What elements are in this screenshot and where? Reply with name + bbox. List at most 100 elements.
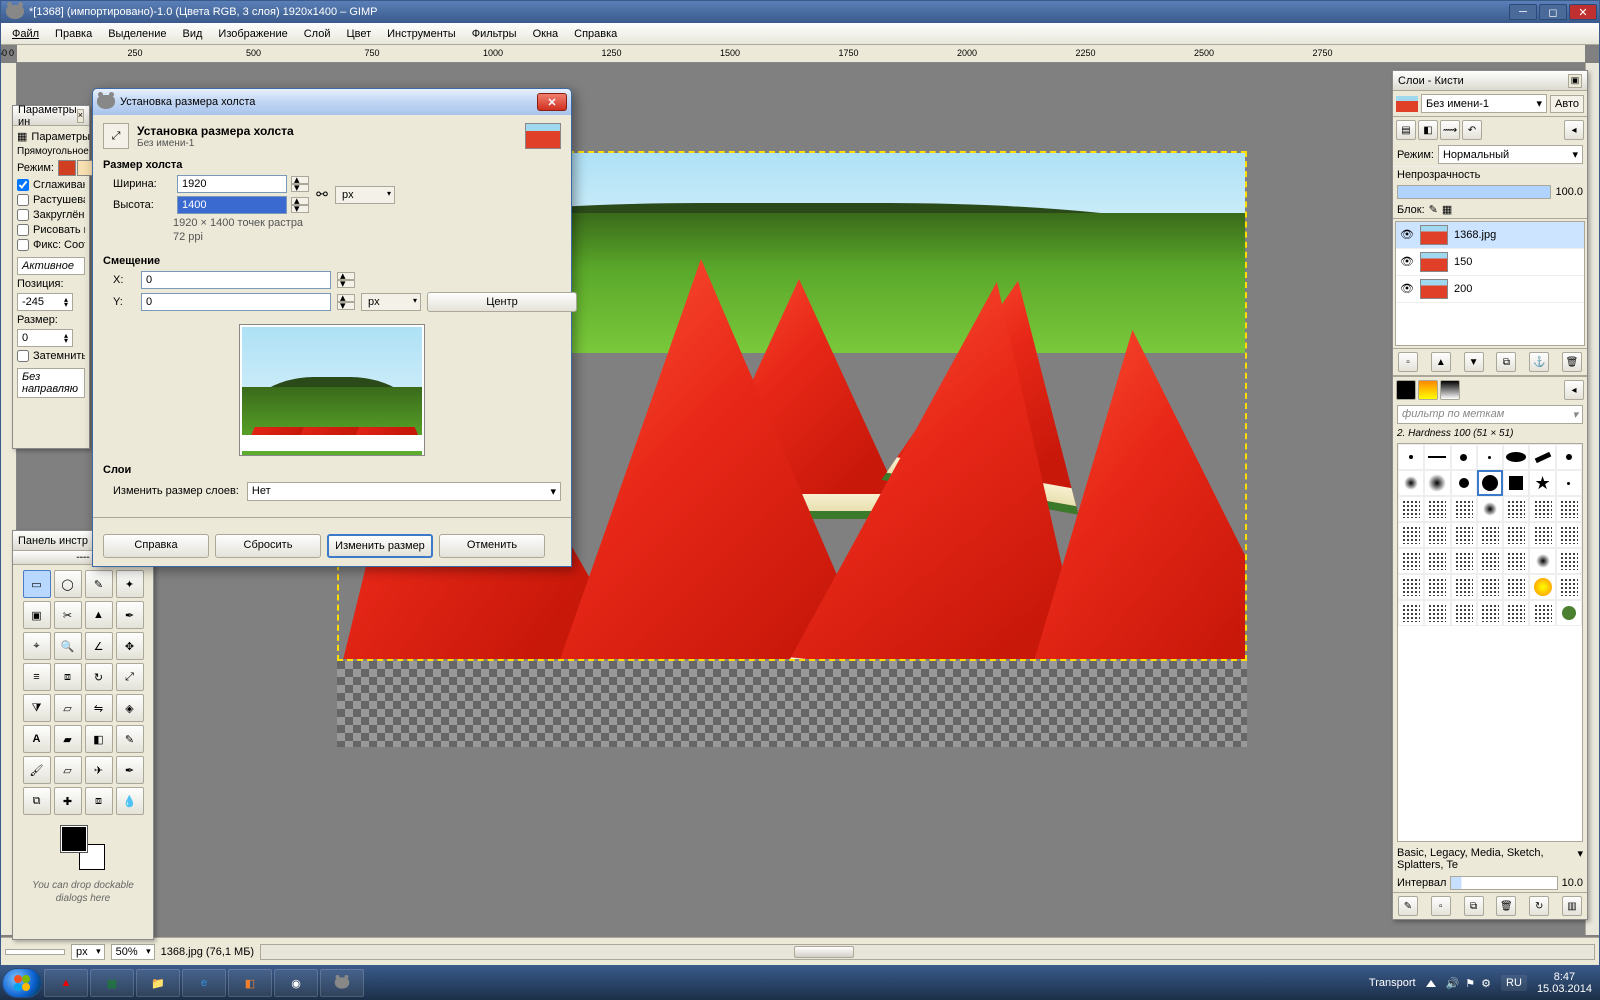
layers-brushes-dock[interactable]: Слои - Кисти▣ Без имени-1▾ Авто ▤ ◧ ⟿ ↶ … (1392, 70, 1588, 920)
layers-list[interactable]: 👁1368.jpg 👁150 👁200 (1395, 221, 1585, 346)
opacity-slider[interactable] (1397, 185, 1551, 199)
cancel-button[interactable]: Отменить (439, 534, 545, 558)
menu-colors[interactable]: Цвет (339, 26, 378, 42)
height-spinner[interactable]: ▴▾ (291, 197, 309, 213)
brush-item[interactable] (1556, 574, 1582, 600)
resize-layers-select[interactable]: Нет▾ (247, 482, 561, 501)
lock-alpha-icon[interactable]: ▦ (1442, 203, 1452, 216)
taskbar-ie[interactable]: e (182, 969, 226, 997)
edit-brush-button[interactable]: ✎ (1398, 896, 1418, 916)
mode-replace[interactable] (58, 160, 76, 176)
center-button[interactable]: Центр (427, 292, 577, 312)
offset-x-input[interactable] (141, 271, 331, 289)
highlight-checkbox[interactable] (17, 350, 29, 362)
unit-select[interactable]: px (335, 186, 395, 204)
paths-tool[interactable]: ✒ (116, 601, 144, 629)
horizontal-scrollbar[interactable] (260, 944, 1595, 960)
rotate-tool[interactable]: ↻ (85, 663, 113, 691)
brush-menu-icon[interactable]: ◂ (1564, 380, 1584, 400)
offset-unit-select[interactable]: px (361, 293, 421, 311)
brush-item[interactable] (1424, 548, 1450, 574)
menu-help[interactable]: Справка (567, 26, 624, 42)
brush-item[interactable] (1398, 496, 1424, 522)
scale-tool[interactable]: ⤢ (116, 663, 144, 691)
chain-icon[interactable]: ⚯ (313, 186, 331, 203)
free-select-tool[interactable]: ✎ (85, 570, 113, 598)
menu-windows[interactable]: Окна (526, 26, 566, 42)
close-button[interactable]: ✕ (1569, 4, 1597, 20)
brush-item[interactable] (1556, 496, 1582, 522)
reset-button[interactable]: Сбросить (215, 534, 321, 558)
gradients-tab[interactable] (1440, 380, 1460, 400)
brush-item[interactable] (1398, 548, 1424, 574)
delete-layer-button[interactable]: 🗑 (1562, 352, 1582, 372)
align-tool[interactable]: ≡ (23, 663, 51, 691)
perspective-tool[interactable]: ▱ (54, 694, 82, 722)
brush-item[interactable] (1529, 600, 1555, 626)
perspective-clone-tool[interactable]: ⧈ (85, 787, 113, 815)
taskbar-app1[interactable]: ◧ (228, 969, 272, 997)
channels-tab[interactable]: ◧ (1418, 120, 1438, 140)
tool-options-dock[interactable]: Параметры ин× ▦Параметры Прямоугольное Р… (12, 105, 90, 449)
blur-tool[interactable]: 💧 (116, 787, 144, 815)
menu-layer[interactable]: Слой (297, 26, 338, 42)
dialog-close-button[interactable]: ✕ (537, 93, 567, 111)
toolbox-dock[interactable]: Панель инстр× ╌╌ ▭ ◯ ✎ ✦ ▣ ✂ ▲ ✒ ⌖ 🔍 ∠ ✥… (12, 530, 154, 940)
brush-item[interactable]: ★ (1529, 470, 1555, 496)
taskbar-chrome[interactable]: ◉ (274, 969, 318, 997)
taskbar-adobe[interactable]: ▲ (44, 969, 88, 997)
expand-checkbox[interactable] (17, 224, 29, 236)
spacing-slider[interactable] (1450, 876, 1557, 890)
anchor-layer-button[interactable]: ⚓ (1529, 352, 1549, 372)
brush-item[interactable] (1424, 496, 1450, 522)
brush-item[interactable] (1529, 548, 1555, 574)
brush-item[interactable] (1424, 470, 1450, 496)
lower-layer-button[interactable]: ▼ (1464, 352, 1484, 372)
dialog-titlebar[interactable]: Установка размера холста ✕ (93, 89, 571, 115)
brushes-tab[interactable] (1396, 380, 1416, 400)
tab-menu-icon[interactable]: ◂ (1564, 120, 1584, 140)
fixed-checkbox[interactable] (17, 239, 29, 251)
new-layer-button[interactable]: ▫ (1398, 352, 1418, 372)
flip-tool[interactable]: ⇋ (85, 694, 113, 722)
ellipse-select-tool[interactable]: ◯ (54, 570, 82, 598)
menu-tools[interactable]: Инструменты (380, 26, 463, 42)
cage-tool[interactable]: ◈ (116, 694, 144, 722)
brush-item[interactable] (1451, 548, 1477, 574)
brush-item[interactable] (1477, 548, 1503, 574)
bycolor-select-tool[interactable]: ▣ (23, 601, 51, 629)
new-brush-button[interactable]: ▫ (1431, 896, 1451, 916)
windows-taskbar[interactable]: ▲ ▦ 📁 e ◧ ◉ Transport 🔊⚑⚙ RU 8:4715.03.2… (0, 966, 1600, 1000)
layer-row[interactable]: 👁200 (1396, 276, 1584, 303)
taskbar-gimp[interactable] (320, 969, 364, 997)
brush-item[interactable] (1398, 470, 1424, 496)
heal-tool[interactable]: ✚ (54, 787, 82, 815)
paths-tab[interactable]: ⟿ (1440, 120, 1460, 140)
fuzzy-select-tool[interactable]: ✦ (116, 570, 144, 598)
taskbar-excel[interactable]: ▦ (90, 969, 134, 997)
auto-button[interactable]: Авто (1550, 95, 1584, 113)
offset-x-spinner[interactable]: ▴▾ (337, 272, 355, 288)
foreground-select-tool[interactable]: ▲ (85, 601, 113, 629)
menu-edit[interactable]: Правка (48, 26, 99, 42)
rounded-checkbox[interactable] (17, 209, 29, 221)
layers-close-icon[interactable]: ▣ (1568, 74, 1582, 88)
eye-icon[interactable]: 👁 (1400, 228, 1414, 242)
offset-y-input[interactable] (141, 293, 331, 311)
status-unit[interactable]: px (71, 944, 105, 960)
brush-item[interactable] (1451, 574, 1477, 600)
brush-item[interactable] (1424, 600, 1450, 626)
brush-item[interactable] (1477, 600, 1503, 626)
brush-item[interactable] (1503, 548, 1529, 574)
brush-item[interactable] (1503, 444, 1529, 470)
brush-grid[interactable]: ★ (1397, 443, 1583, 842)
brush-item[interactable] (1503, 522, 1529, 548)
dock-close-icon[interactable]: × (77, 109, 84, 123)
brush-item[interactable] (1424, 444, 1450, 470)
menu-file[interactable]: Файл (5, 26, 46, 42)
image-selector[interactable]: Без имени-1▾ (1421, 94, 1547, 113)
brush-item[interactable] (1529, 522, 1555, 548)
brush-item[interactable] (1556, 444, 1582, 470)
brush-item[interactable] (1529, 574, 1555, 600)
ink-tool[interactable]: ✒ (116, 756, 144, 784)
